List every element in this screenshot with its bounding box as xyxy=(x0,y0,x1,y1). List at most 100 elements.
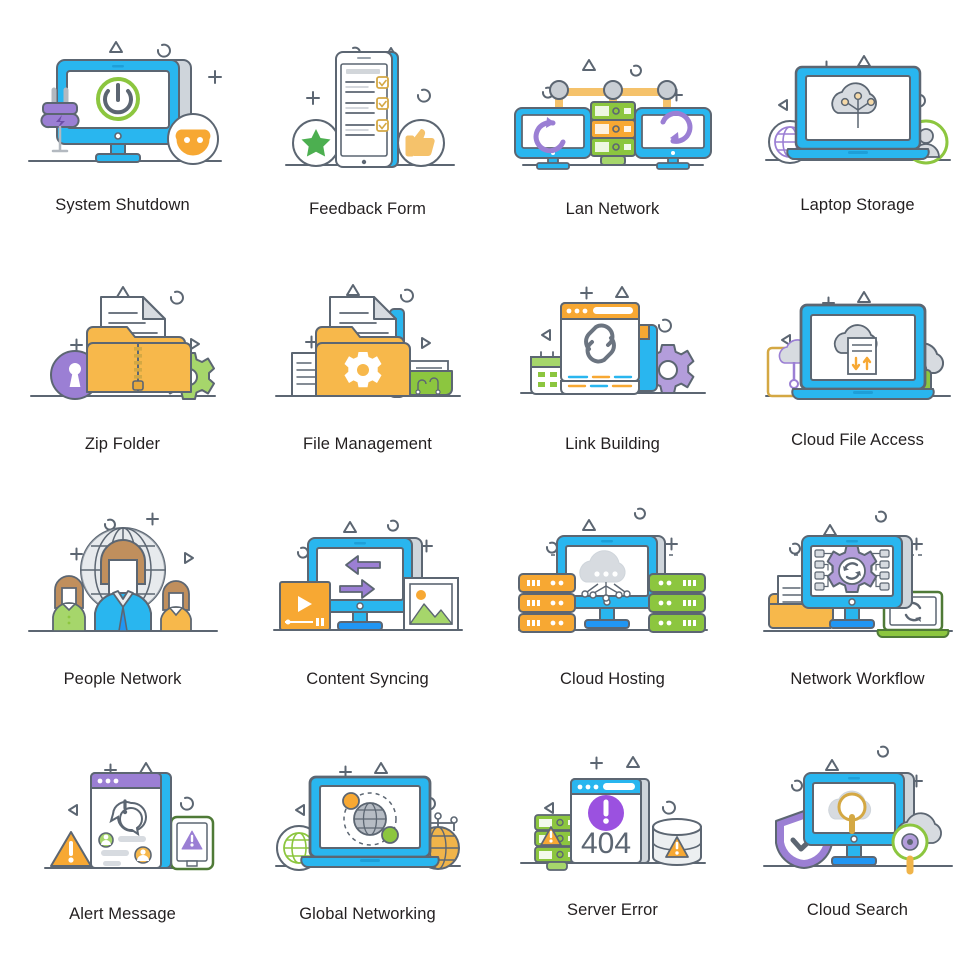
icon-label: Link Building xyxy=(565,435,660,453)
partial-circle-decoration xyxy=(876,745,889,758)
video-card xyxy=(278,581,331,631)
gear-icon xyxy=(344,352,381,388)
icon-label: Network Workflow xyxy=(790,670,925,688)
checkbox-icons xyxy=(375,76,389,132)
icon-card-zip-folder[interactable]: Zip Folder xyxy=(0,265,245,500)
database-cylinder xyxy=(651,818,702,866)
icon-card-cloud-search[interactable]: Cloud Search xyxy=(735,735,980,970)
icon-card-cloud-hosting[interactable]: Cloud Hosting xyxy=(490,500,735,735)
power-socket-badge xyxy=(166,113,219,165)
icon-label: Zip Folder xyxy=(84,435,161,453)
triangle-decoration xyxy=(115,286,130,298)
icon-label: Lan Network xyxy=(565,200,660,218)
triangle-decoration xyxy=(342,521,357,533)
partial-circle-decoration-2 xyxy=(545,541,558,554)
server-rack xyxy=(589,101,636,166)
icon-card-server-error[interactable]: 404 Server Error xyxy=(490,735,735,970)
system-shutdown-illustration xyxy=(27,41,222,165)
laptop-storage-illustration xyxy=(764,55,951,165)
partial-circle-decoration xyxy=(399,288,414,303)
network-workflow-illustration xyxy=(762,510,953,638)
icon-card-lan-network[interactable]: Lan Network xyxy=(490,30,735,265)
icon-card-feedback-form[interactable]: Feedback Form xyxy=(245,30,490,265)
icon-label: Cloud File Access xyxy=(791,431,924,449)
icon-card-network-workflow[interactable]: Network Workflow xyxy=(735,500,980,735)
left-triangle-decoration xyxy=(67,804,78,816)
plus-decoration xyxy=(664,537,678,551)
icon-label: Server Error xyxy=(566,901,659,919)
alert-message-illustration xyxy=(43,762,214,871)
plus-decoration xyxy=(579,286,593,300)
triangle-decoration xyxy=(373,762,388,774)
cloud-hosting-illustration xyxy=(517,507,708,633)
content-syncing-illustration xyxy=(272,519,463,631)
triangle-decoration xyxy=(345,284,360,296)
warning-triangle-icon xyxy=(49,831,92,867)
plus-decoration xyxy=(589,756,603,770)
partial-circle-decoration xyxy=(629,64,642,77)
triangle-decoration xyxy=(581,519,596,531)
thumbs-up-badge xyxy=(396,119,445,167)
icon-card-cloud-file-access[interactable]: Cloud File Access xyxy=(735,265,980,500)
folder-with-gear xyxy=(314,326,411,397)
partial-circle-decoration xyxy=(179,796,194,811)
left-triangle-decoration xyxy=(540,329,551,341)
plus-decoration xyxy=(145,512,159,526)
zip-folder-illustration xyxy=(29,286,216,400)
plus-decoration xyxy=(69,338,83,352)
plus-decoration xyxy=(305,91,320,105)
icon-card-alert-message[interactable]: Alert Message xyxy=(0,735,245,970)
people-network-illustration xyxy=(27,512,218,632)
icon-card-file-management[interactable]: File Management xyxy=(245,265,490,500)
triangle-decoration xyxy=(824,759,839,771)
browser-window: 404 xyxy=(569,778,650,864)
icon-card-system-shutdown[interactable]: System Shutdown xyxy=(0,30,245,265)
icon-label: Cloud Search xyxy=(806,901,909,919)
right-triangle-decoration xyxy=(183,552,194,564)
monitor-left xyxy=(513,107,592,170)
server-stack-right xyxy=(647,573,706,633)
icon-card-content-syncing[interactable]: Content Syncing xyxy=(245,500,490,735)
error-circle-icon xyxy=(587,795,624,831)
partial-circle-decoration xyxy=(169,290,184,305)
partial-circle-decoration xyxy=(386,519,399,532)
icon-grid: System Shutdown Feedback Form Lan Networ… xyxy=(0,0,980,980)
icon-label: Feedback Form xyxy=(309,200,426,218)
monitor-right xyxy=(633,107,712,170)
triangle-decoration xyxy=(856,55,871,67)
triangle-decoration xyxy=(581,59,596,71)
left-triangle-decoration xyxy=(294,804,305,816)
tablet-device xyxy=(334,51,399,168)
partial-circle-decoration-2 xyxy=(790,779,803,792)
icon-label: System Shutdown xyxy=(55,196,190,214)
icon-card-global-networking[interactable]: Global Networking xyxy=(245,735,490,970)
left-triangle-decoration xyxy=(777,99,788,111)
gear-refresh-icon xyxy=(826,545,877,593)
plus-decoration-2 xyxy=(69,547,83,561)
icon-label: Alert Message xyxy=(69,905,176,923)
icon-label: Cloud Hosting xyxy=(560,670,665,688)
plus-decoration xyxy=(207,70,222,84)
image-card xyxy=(402,577,459,631)
icon-label: Content Syncing xyxy=(306,670,429,688)
cloud-search-illustration xyxy=(762,745,953,875)
feedback-form-illustration xyxy=(284,46,455,168)
triangle-decoration xyxy=(856,291,871,303)
right-triangle-decoration xyxy=(420,337,431,349)
document-tray xyxy=(404,360,453,396)
triangle-decoration xyxy=(625,756,640,768)
power-symbol-icon xyxy=(95,77,140,121)
icon-card-laptop-storage[interactable]: Laptop Storage xyxy=(735,30,980,265)
icon-label: Laptop Storage xyxy=(800,196,915,214)
server-stack-left xyxy=(517,573,576,633)
person-right xyxy=(159,580,192,632)
lan-network-illustration xyxy=(513,59,712,170)
icon-card-people-network[interactable]: People Network xyxy=(0,500,245,735)
icon-label: People Network xyxy=(63,670,182,688)
icon-card-link-building[interactable]: Link Building xyxy=(490,265,735,500)
triangle-decoration xyxy=(108,41,123,53)
error-code-text: 404 xyxy=(580,827,630,860)
icon-label: Global Networking xyxy=(299,905,436,923)
person-left xyxy=(51,575,86,632)
partial-circle-decoration xyxy=(156,43,171,58)
